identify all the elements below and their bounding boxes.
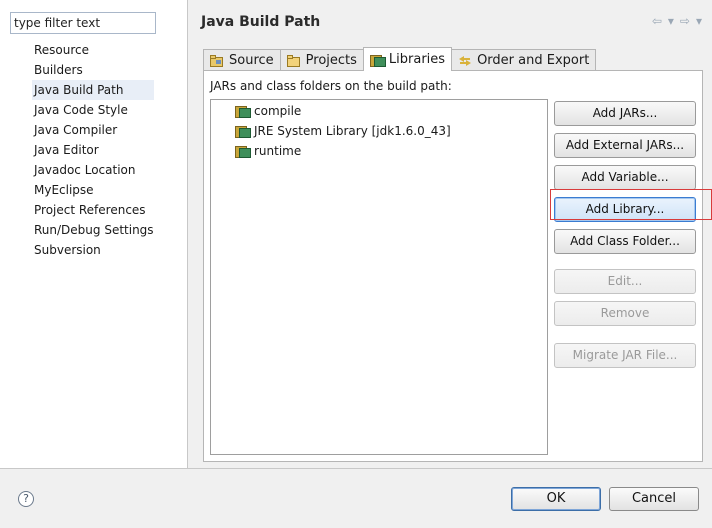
tab-libraries[interactable]: Libraries — [362, 47, 453, 71]
tree-item-subversion[interactable]: Subversion — [34, 240, 154, 260]
tree-item-myeclipse[interactable]: MyEclipse — [34, 180, 154, 200]
filter-input[interactable] — [10, 12, 156, 34]
back-arrow-icon[interactable]: ⇦ — [652, 14, 662, 28]
tree-item-project-references[interactable]: Project References — [34, 200, 154, 220]
tree-item-builders[interactable]: Builders — [34, 60, 154, 80]
page-title: Java Build Path — [201, 14, 321, 30]
tab-projects[interactable]: Projects — [279, 49, 364, 71]
ok-button[interactable]: OK — [511, 487, 601, 511]
forward-dropdown-icon[interactable]: ▾ — [696, 14, 702, 28]
library-icon — [235, 125, 251, 138]
page-header: Java Build Path ⇦ ▾ ⇨ ▾ — [189, 0, 712, 42]
list-item[interactable]: compile — [235, 102, 301, 120]
preferences-nav-pane: Resource Builders Java Build Path Java C… — [0, 0, 188, 468]
history-nav: ⇦ ▾ ⇨ ▾ — [652, 14, 702, 28]
tree-item-java-editor[interactable]: Java Editor — [34, 140, 154, 160]
libraries-panel: JARs and class folders on the build path… — [203, 70, 703, 462]
cancel-button[interactable]: Cancel — [609, 487, 699, 511]
tab-order-export-label: Order and Export — [477, 53, 590, 68]
tree-item-run-debug-settings[interactable]: Run/Debug Settings — [34, 220, 154, 240]
add-class-folder-button[interactable]: Add Class Folder... — [554, 229, 696, 254]
projects-folder-icon — [286, 54, 301, 67]
tab-order-and-export[interactable]: Order and Export — [451, 49, 597, 71]
tree-item-java-code-style[interactable]: Java Code Style — [34, 100, 154, 120]
tab-libraries-label: Libraries — [388, 52, 446, 67]
tab-bar: Source Projects Libraries Order and Expo… — [203, 47, 597, 71]
build-path-page: Java Build Path ⇦ ▾ ⇨ ▾ Source Projects … — [189, 0, 712, 468]
list-item[interactable]: JRE System Library [jdk1.6.0_43] — [235, 122, 451, 140]
help-icon[interactable]: ? — [18, 491, 34, 507]
tree-item-java-build-path[interactable]: Java Build Path — [32, 80, 154, 100]
source-folder-icon — [210, 54, 224, 67]
library-name: compile — [254, 104, 302, 118]
libraries-icon — [369, 54, 386, 67]
back-dropdown-icon[interactable]: ▾ — [668, 14, 674, 28]
order-export-icon — [458, 55, 472, 67]
migrate-jar-button[interactable]: Migrate JAR File... — [554, 343, 696, 368]
remove-button[interactable]: Remove — [554, 301, 696, 326]
tab-source-label: Source — [229, 53, 274, 68]
library-icon — [235, 145, 251, 158]
list-item[interactable]: runtime — [235, 142, 301, 160]
edit-button[interactable]: Edit... — [554, 269, 696, 294]
tree-item-java-compiler[interactable]: Java Compiler — [34, 120, 154, 140]
tree-item-javadoc-location[interactable]: Javadoc Location — [34, 160, 154, 180]
forward-arrow-icon[interactable]: ⇨ — [680, 14, 690, 28]
libraries-label: JARs and class folders on the build path… — [210, 79, 452, 93]
add-external-jars-button[interactable]: Add External JARs... — [554, 133, 696, 158]
add-jars-button[interactable]: Add JARs... — [554, 101, 696, 126]
property-tree: Resource Builders Java Build Path Java C… — [32, 40, 154, 260]
library-list[interactable]: compile JRE System Library [jdk1.6.0_43]… — [210, 99, 548, 455]
dialog-footer: ? OK Cancel — [0, 468, 712, 528]
add-variable-button[interactable]: Add Variable... — [554, 165, 696, 190]
tab-projects-label: Projects — [305, 53, 357, 68]
library-name: runtime — [254, 144, 302, 158]
add-library-button[interactable]: Add Library... — [554, 197, 696, 222]
library-icon — [235, 105, 251, 118]
library-name: JRE System Library [jdk1.6.0_43] — [254, 124, 451, 138]
tab-source[interactable]: Source — [203, 49, 281, 71]
tree-item-resource[interactable]: Resource — [34, 40, 154, 60]
